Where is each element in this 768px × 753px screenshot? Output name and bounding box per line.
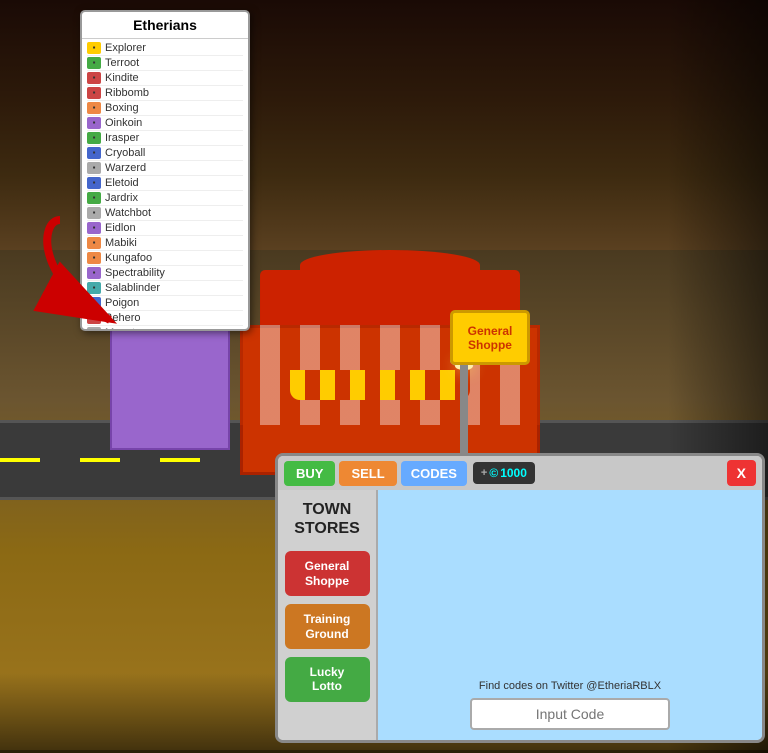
sell-button[interactable]: SELL (339, 461, 396, 486)
eth-icon: ▪ (87, 102, 101, 114)
list-item: ▪ Explorer (87, 41, 243, 56)
main-content: TOWNSTORES GeneralShoppe TrainingGround … (278, 490, 762, 740)
arrow-1 (30, 200, 190, 340)
eth-icon: ▪ (87, 117, 101, 129)
eth-name: Oinkoin (105, 117, 142, 129)
eth-icon: ▪ (87, 177, 101, 189)
eth-name: Terroot (105, 57, 139, 69)
list-item: ▪ Eletoid (87, 176, 243, 191)
eth-name: Eletoid (105, 177, 139, 189)
eth-icon: ▪ (87, 87, 101, 99)
eth-name: Warzerd (105, 162, 146, 174)
plus-icon: + (481, 467, 487, 479)
eth-name: Ribbomb (105, 87, 149, 99)
toolbar: BUY SELL CODES + © 1000 X (278, 456, 762, 490)
list-item: ▪ Warzerd (87, 161, 243, 176)
currency-icon: © (489, 466, 498, 480)
codes-button[interactable]: CODES (401, 461, 467, 486)
town-stores-title: TOWNSTORES (294, 500, 360, 538)
etherians-title: Etherians (82, 12, 248, 39)
eth-name: Cryoball (105, 147, 145, 159)
close-button[interactable]: X (727, 460, 756, 486)
eth-name: Irasper (105, 132, 139, 144)
eth-icon: ▪ (87, 162, 101, 174)
list-item: ▪ Oinkoin (87, 116, 243, 131)
list-item: ▪ Boxing (87, 101, 243, 116)
training-ground-button[interactable]: TrainingGround (285, 604, 370, 649)
eth-icon: ▪ (87, 57, 101, 69)
store-awning (290, 370, 470, 400)
eth-name: Boxing (105, 102, 139, 114)
eth-icon: ▪ (87, 132, 101, 144)
eth-icon: ▪ (87, 147, 101, 159)
list-item: ▪ Terroot (87, 56, 243, 71)
eth-icon: ▪ (87, 72, 101, 84)
list-item: ▪ Cryoball (87, 146, 243, 161)
buy-button[interactable]: BUY (284, 461, 335, 486)
list-item: ▪ Ribbomb (87, 86, 243, 101)
eth-name: Kindite (105, 72, 139, 84)
currency-value: 1000 (500, 466, 527, 480)
general-shoppe-button[interactable]: GeneralShoppe (285, 551, 370, 596)
currency-display: + © 1000 (473, 462, 535, 484)
lamp-post (460, 360, 468, 460)
list-item: ▪ Kindite (87, 71, 243, 86)
shop-sign: GeneralShoppe (450, 310, 530, 365)
town-stores-sidebar: TOWNSTORES GeneralShoppe TrainingGround … (278, 490, 378, 740)
codes-panel: Find codes on Twitter @EtheriaRBLX (378, 490, 762, 740)
find-codes-text: Find codes on Twitter @EtheriaRBLX (479, 680, 661, 692)
game-ui-panel: BUY SELL CODES + © 1000 X TOWNSTORES Gen… (275, 453, 765, 743)
lucky-lotto-button[interactable]: LuckyLotto (285, 657, 370, 702)
input-code-field[interactable] (470, 698, 670, 730)
list-item: ▪ Irasper (87, 131, 243, 146)
eth-name: Explorer (105, 42, 146, 54)
eth-icon: ▪ (87, 42, 101, 54)
